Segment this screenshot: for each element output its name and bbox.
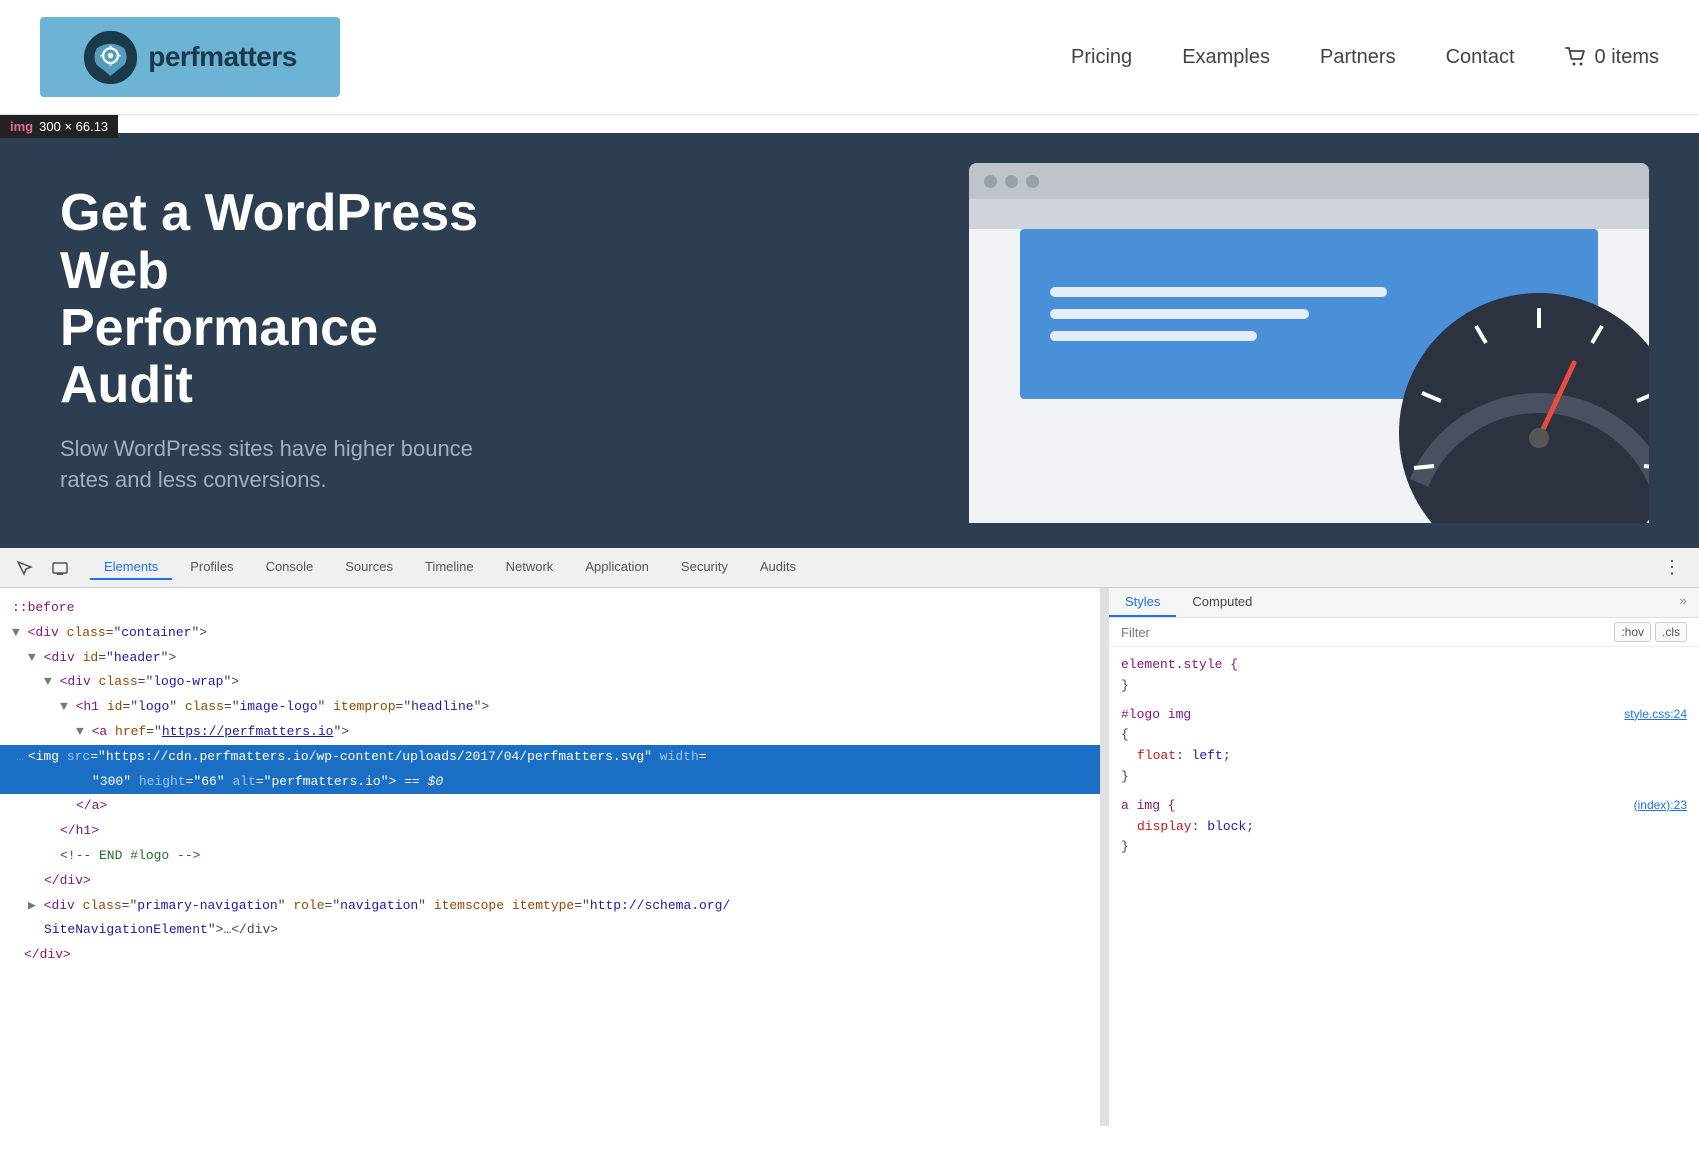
cart-area[interactable]: 0 items xyxy=(1565,46,1659,69)
logo-icon xyxy=(83,30,138,85)
code-line-img-selected[interactable]: …<img src="https://cdn.perfmatters.io/wp… xyxy=(0,745,1100,770)
code-line-close-div2: </div> xyxy=(0,943,1100,968)
browser-dot-green xyxy=(1026,175,1039,188)
devtools-panel: Elements Profiles Console Sources Timeli… xyxy=(0,548,1699,1126)
nav-contact[interactable]: Contact xyxy=(1446,46,1515,69)
filter-cls-button[interactable]: .cls xyxy=(1655,622,1687,642)
hero-text: Get a WordPress Web Performance Audit Sl… xyxy=(0,185,560,495)
devtools-tab-security[interactable]: Security xyxy=(667,555,742,580)
style-rule-logo-img: #logo img style.css:24 { float: left; } xyxy=(1121,705,1687,788)
code-line-container: ▼ <div class="container"> xyxy=(0,621,1100,646)
styles-content: element.style { } #logo img style.css:24… xyxy=(1109,647,1699,874)
devtools-tab-application[interactable]: Application xyxy=(571,555,663,580)
code-line-a: ▼ <a href="https://perfmatters.io"> xyxy=(0,720,1100,745)
devtools-body: ::before ▼ <div class="container"> ▼ <di… xyxy=(0,588,1699,1126)
nav-examples[interactable]: Examples xyxy=(1182,46,1270,69)
style-source-a-img[interactable]: (index):23 xyxy=(1634,796,1687,815)
code-line-close-div1: </div> xyxy=(0,869,1100,894)
style-source-logo[interactable]: style.css:24 xyxy=(1624,705,1687,724)
devtools-tab-sources[interactable]: Sources xyxy=(331,555,407,580)
code-line-nav-1: ▶ <div class="primary-navigation" role="… xyxy=(0,894,1100,919)
browser-dot-yellow xyxy=(1005,175,1018,188)
code-line-close-h1: </h1> xyxy=(0,819,1100,844)
hero-section: Get a WordPress Web Performance Audit Sl… xyxy=(0,133,1699,548)
devtools-tab-timeline[interactable]: Timeline xyxy=(411,555,488,580)
tooltip-tag: img xyxy=(10,119,33,134)
content-line-3 xyxy=(1050,331,1257,341)
style-rule-a-img: a img { (index):23 display: block; } xyxy=(1121,796,1687,858)
panel-resize-handle[interactable] xyxy=(1101,588,1109,1126)
devtools-toolbar xyxy=(10,554,74,582)
devtools-tab-elements[interactable]: Elements xyxy=(90,555,172,580)
code-line-logo-wrap: ▼ <div class="logo-wrap"> xyxy=(0,670,1100,695)
code-line-before: ::before xyxy=(0,596,1100,621)
style-selector-logo: #logo img xyxy=(1121,707,1191,722)
hero-subtitle: Slow WordPress sites have higher bounce … xyxy=(60,434,500,496)
devtools-tab-console[interactable]: Console xyxy=(252,555,328,580)
device-toolbar-icon[interactable] xyxy=(46,554,74,582)
filter-hov-button[interactable]: :hov xyxy=(1614,622,1651,642)
styles-filter-bar: :hov .cls xyxy=(1109,618,1699,647)
styles-tab-styles[interactable]: Styles xyxy=(1109,588,1176,617)
styles-more-button[interactable]: » xyxy=(1667,588,1699,617)
styles-filter-input[interactable] xyxy=(1121,625,1614,640)
hero-browser-mockup xyxy=(969,163,1649,523)
styles-tab-computed[interactable]: Computed xyxy=(1176,588,1268,617)
cart-label: 0 items xyxy=(1595,46,1659,69)
logo-area: perfmatters xyxy=(40,17,340,97)
devtools-tab-network[interactable]: Network xyxy=(492,555,568,580)
style-selector-element: element.style { xyxy=(1121,657,1238,672)
inspect-element-icon[interactable] xyxy=(10,554,38,582)
devtools-tab-audits[interactable]: Audits xyxy=(746,555,810,580)
hero-title: Get a WordPress Web Performance Audit xyxy=(60,185,500,414)
browser-dot-red xyxy=(984,175,997,188)
code-line-close-a: </a> xyxy=(0,794,1100,819)
code-line-h1: ▼ <h1 id="logo" class="image-logo" itemp… xyxy=(0,695,1100,720)
code-line-img-selected-2[interactable]: "300" height="66" alt="perfmatters.io"> … xyxy=(0,770,1100,795)
devtools-tab-profiles[interactable]: Profiles xyxy=(176,555,247,580)
code-line-comment: <!-- END #logo --> xyxy=(0,844,1100,869)
code-line-nav-2: SiteNavigationElement">…</div> xyxy=(0,918,1100,943)
logo-text: perfmatters xyxy=(148,41,297,73)
code-line-header: ▼ <div id="header"> xyxy=(0,646,1100,671)
speedometer-graphic xyxy=(1389,283,1649,523)
nav-pricing[interactable]: Pricing xyxy=(1071,46,1132,69)
style-selector-a-img: a img { xyxy=(1121,798,1176,813)
content-line-2 xyxy=(1050,309,1309,319)
style-prop-display: display xyxy=(1137,819,1192,834)
devtools-tabs-bar: Elements Profiles Console Sources Timeli… xyxy=(0,548,1699,588)
styles-panel-tabs: Styles Computed » xyxy=(1109,588,1699,618)
style-prop-float: float xyxy=(1137,748,1176,763)
nav-menu: Pricing Examples Partners Contact 0 item… xyxy=(1071,46,1659,69)
elements-panel: ::before ▼ <div class="container"> ▼ <di… xyxy=(0,588,1101,1126)
style-rule-element: element.style { } xyxy=(1121,655,1687,697)
style-val-display: block xyxy=(1207,819,1246,834)
cart-icon xyxy=(1565,47,1587,67)
style-val-float: left xyxy=(1192,748,1223,763)
browser-chrome-bar xyxy=(969,163,1649,199)
filter-buttons: :hov .cls xyxy=(1614,622,1687,642)
tooltip-dimensions: 300 × 66.13 xyxy=(39,119,108,134)
styles-panel: Styles Computed » :hov .cls element.styl… xyxy=(1109,588,1699,1126)
nav-partners[interactable]: Partners xyxy=(1320,46,1396,69)
img-tooltip: img 300 × 66.13 xyxy=(0,115,118,138)
browser-content xyxy=(969,229,1649,523)
content-line-1 xyxy=(1050,287,1387,297)
logo-box: perfmatters xyxy=(40,17,340,97)
devtools-more-icon[interactable]: ⋮ xyxy=(1655,557,1689,578)
header: perfmatters Pricing Examples Partners Co… xyxy=(0,0,1699,115)
